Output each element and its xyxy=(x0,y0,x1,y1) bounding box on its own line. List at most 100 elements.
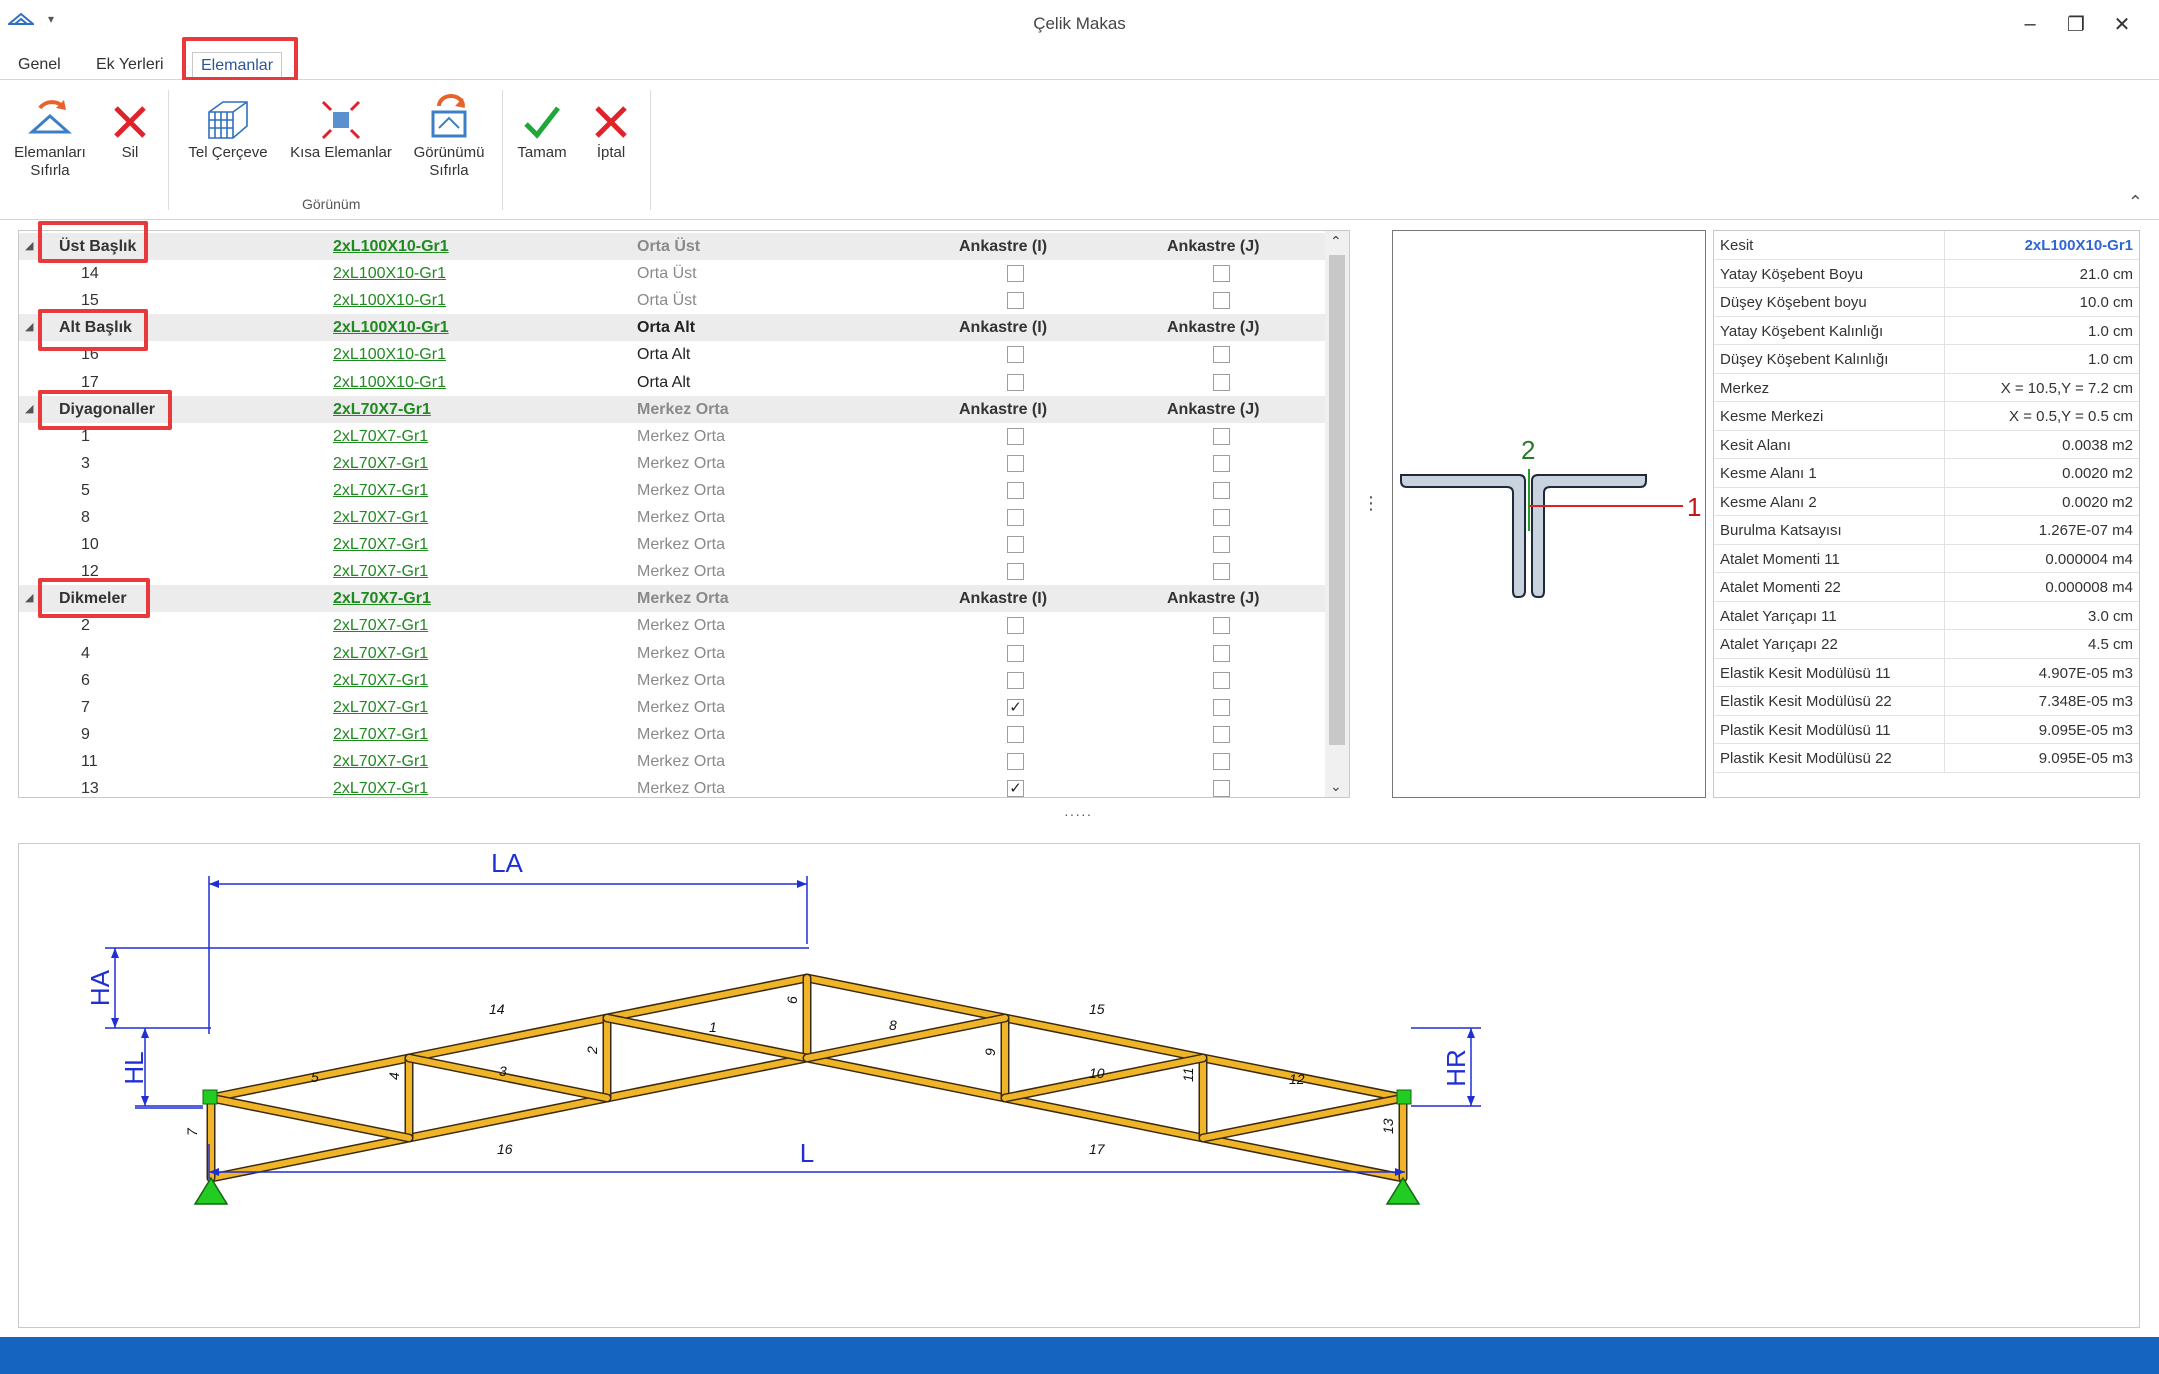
fixed-i-checkbox[interactable] xyxy=(1007,292,1024,310)
fixed-j-checkbox[interactable] xyxy=(1213,454,1230,472)
fixed-j-checkbox[interactable] xyxy=(1213,427,1230,445)
element-position[interactable]: Merkez Orta xyxy=(637,617,725,635)
fixed-j-checkbox[interactable] xyxy=(1213,346,1230,364)
tab-elemanlar[interactable]: Elemanlar xyxy=(192,52,283,80)
fixed-i-checkbox[interactable] xyxy=(1007,454,1024,472)
fixed-j-checkbox[interactable] xyxy=(1213,536,1230,554)
table-row[interactable]: 10 2xL70X7-Gr1 Merkez Orta xyxy=(19,531,1325,558)
fixed-j-checkbox[interactable] xyxy=(1213,509,1230,526)
fixed-j-checkbox[interactable] xyxy=(1213,725,1230,743)
table-row[interactable]: 9 2xL70X7-Gr1 Merkez Orta xyxy=(19,721,1325,748)
fixed-i-checkbox[interactable] xyxy=(1007,671,1024,689)
element-section-link[interactable]: 2xL70X7-Gr1 xyxy=(333,455,428,473)
fixed-i-checkbox[interactable] xyxy=(1007,536,1024,554)
fixed-i-checkbox[interactable] xyxy=(1007,644,1024,662)
minimize-button[interactable]: – xyxy=(2007,8,2053,40)
element-section-link[interactable]: 2xL70X7-Gr1 xyxy=(333,699,428,717)
group-section-link[interactable]: 2xL100X10-Gr1 xyxy=(333,319,449,337)
reset-elements-button[interactable]: Elemanları Sıfırla xyxy=(6,90,94,180)
element-position[interactable]: Merkez Orta xyxy=(637,455,725,473)
element-section-link[interactable]: 2xL70X7-Gr1 xyxy=(333,726,428,744)
ok-button[interactable]: Tamam xyxy=(512,90,572,162)
fixed-j-checkbox[interactable] xyxy=(1213,265,1230,283)
fixed-j-checkbox[interactable] xyxy=(1213,780,1230,797)
table-row[interactable]: 2 2xL70X7-Gr1 Merkez Orta xyxy=(19,612,1325,639)
element-position[interactable]: Merkez Orta xyxy=(637,726,725,744)
fixed-j-checkbox[interactable] xyxy=(1213,752,1230,770)
element-section-link[interactable]: 2xL70X7-Gr1 xyxy=(333,536,428,554)
element-position[interactable]: Orta Alt xyxy=(637,346,690,364)
group-position[interactable]: Merkez Orta xyxy=(637,401,729,419)
table-row[interactable]: 3 2xL70X7-Gr1 Merkez Orta xyxy=(19,450,1325,477)
table-row[interactable]: 15 2xL100X10-Gr1 Orta Üst xyxy=(19,287,1325,314)
fixed-j-checkbox[interactable] xyxy=(1213,563,1230,581)
table-row[interactable]: 17 2xL100X10-Gr1 Orta Alt xyxy=(19,369,1325,396)
fixed-j-checkbox[interactable] xyxy=(1213,644,1230,662)
fixed-i-checkbox[interactable]: ✓ xyxy=(1007,698,1024,716)
table-row[interactable]: 16 2xL100X10-Gr1 Orta Alt xyxy=(19,341,1325,368)
fixed-i-checkbox[interactable] xyxy=(1007,563,1024,581)
group-position[interactable]: Orta Üst xyxy=(637,238,700,256)
wireframe-button[interactable]: Tel Çerçeve xyxy=(180,90,276,162)
table-row[interactable]: 5 2xL70X7-Gr1 Merkez Orta xyxy=(19,477,1325,504)
delete-button[interactable]: Sil xyxy=(106,90,154,162)
element-section-link[interactable]: 2xL100X10-Gr1 xyxy=(333,265,446,283)
group-row[interactable]: ◢ Alt Başlık 2xL100X10-Gr1 Orta Alt Ankastre… xyxy=(19,314,1325,342)
element-section-link[interactable]: 2xL100X10-Gr1 xyxy=(333,292,446,310)
group-row[interactable]: ◢ Üst Başlık 2xL100X10-Gr1 Orta Üst Ankastre… xyxy=(19,233,1325,260)
element-position[interactable]: Orta Üst xyxy=(637,265,697,283)
short-elements-button[interactable]: Kısa Elemanlar xyxy=(286,90,396,162)
group-section-link[interactable]: 2xL70X7-Gr1 xyxy=(333,401,431,419)
cancel-button[interactable]: İptal xyxy=(586,90,636,162)
scroll-down-icon[interactable]: ⌄ xyxy=(1330,778,1342,795)
table-row[interactable]: 1 2xL70X7-Gr1 Merkez Orta xyxy=(19,423,1325,450)
table-row[interactable]: 14 2xL100X10-Gr1 Orta Üst xyxy=(19,260,1325,287)
group-position[interactable]: Orta Alt xyxy=(637,319,695,337)
horizontal-splitter-handle[interactable]: ····· xyxy=(1064,806,1092,822)
fixed-i-checkbox[interactable] xyxy=(1007,725,1024,743)
element-position[interactable]: Merkez Orta xyxy=(637,482,725,500)
fixed-j-checkbox[interactable] xyxy=(1213,292,1230,310)
element-section-link[interactable]: 2xL70X7-Gr1 xyxy=(333,482,428,500)
fixed-i-checkbox[interactable] xyxy=(1007,617,1024,635)
fixed-i-checkbox[interactable]: ✓ xyxy=(1007,780,1024,797)
element-section-link[interactable]: 2xL70X7-Gr1 xyxy=(333,672,428,690)
collapse-group-icon[interactable]: ◢ xyxy=(25,320,33,333)
tab-genel[interactable]: Genel xyxy=(10,52,69,80)
fixed-j-checkbox[interactable] xyxy=(1213,671,1230,689)
fixed-j-checkbox[interactable] xyxy=(1213,698,1230,716)
collapse-group-icon[interactable]: ◢ xyxy=(25,239,33,252)
element-position[interactable]: Merkez Orta xyxy=(637,645,725,663)
group-position[interactable]: Merkez Orta xyxy=(637,590,729,608)
table-row[interactable]: 11 2xL70X7-Gr1 Merkez Orta xyxy=(19,748,1325,775)
vertical-splitter-handle[interactable]: ⋮ xyxy=(1362,494,1380,512)
group-row[interactable]: ◢ Dikmeler 2xL70X7-Gr1 Merkez Orta Ankastre … xyxy=(19,585,1325,613)
element-position[interactable]: Merkez Orta xyxy=(637,699,725,717)
element-position[interactable]: Orta Üst xyxy=(637,292,697,310)
element-section-link[interactable]: 2xL70X7-Gr1 xyxy=(333,753,428,771)
element-section-link[interactable]: 2xL70X7-Gr1 xyxy=(333,428,428,446)
restore-button[interactable]: ❐ xyxy=(2053,8,2099,40)
fixed-i-checkbox[interactable] xyxy=(1007,752,1024,770)
fixed-i-checkbox[interactable] xyxy=(1007,265,1024,283)
element-section-link[interactable]: 2xL70X7-Gr1 xyxy=(333,780,428,798)
fixed-j-checkbox[interactable] xyxy=(1213,373,1230,391)
table-row[interactable]: 13 2xL70X7-Gr1 Merkez Orta ✓ xyxy=(19,775,1325,802)
close-button[interactable]: ✕ xyxy=(2099,8,2145,40)
element-position[interactable]: Merkez Orta xyxy=(637,672,725,690)
element-section-link[interactable]: 2xL70X7-Gr1 xyxy=(333,563,428,581)
collapse-group-icon[interactable]: ◢ xyxy=(25,591,33,604)
fixed-i-checkbox[interactable] xyxy=(1007,373,1024,391)
group-row[interactable]: ◢ Diyagonaller 2xL70X7-Gr1 Merkez Orta Ankas… xyxy=(19,395,1325,423)
fixed-i-checkbox[interactable] xyxy=(1007,509,1024,526)
element-position[interactable]: Merkez Orta xyxy=(637,509,725,527)
element-section-link[interactable]: 2xL70X7-Gr1 xyxy=(333,617,428,635)
element-position[interactable]: Merkez Orta xyxy=(637,563,725,581)
reset-view-button[interactable]: Görünümü Sıfırla xyxy=(406,90,492,180)
element-position[interactable]: Merkez Orta xyxy=(637,428,725,446)
fixed-i-checkbox[interactable] xyxy=(1007,346,1024,364)
element-section-link[interactable]: 2xL100X10-Gr1 xyxy=(333,346,446,364)
table-row[interactable]: 4 2xL70X7-Gr1 Merkez Orta xyxy=(19,640,1325,667)
tab-ek-yerleri[interactable]: Ek Yerleri xyxy=(88,52,172,80)
collapse-group-icon[interactable]: ◢ xyxy=(25,402,33,415)
